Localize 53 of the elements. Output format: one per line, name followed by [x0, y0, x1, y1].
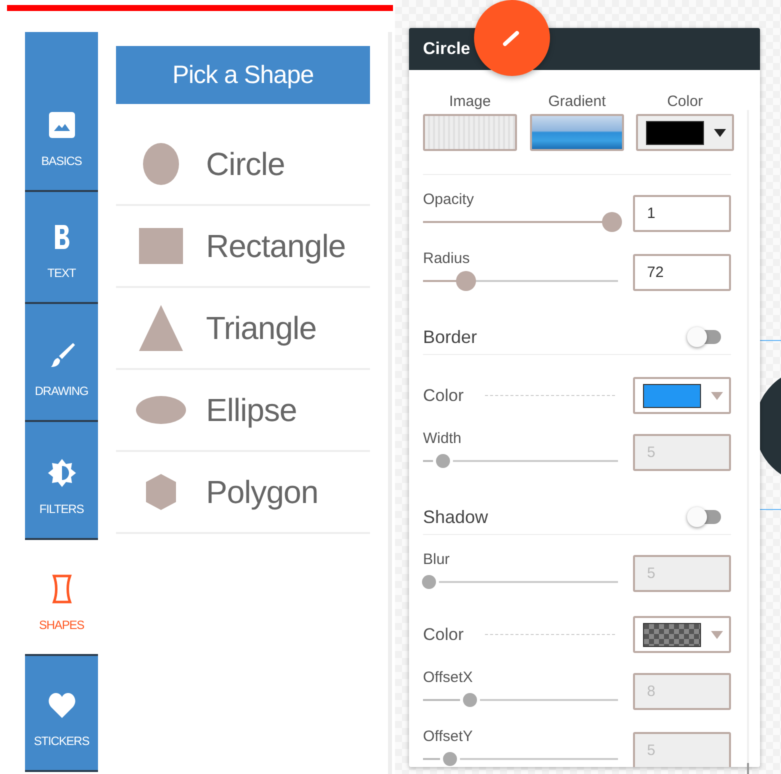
slider-label: OffsetX [423, 668, 474, 688]
sidebar-tab[interactable]: STICKERS [25, 656, 98, 772]
slider-thumb[interactable] [456, 271, 476, 291]
shape-option[interactable]: Ellipse [116, 370, 370, 452]
color-picker[interactable] [636, 114, 734, 151]
circle-icon [141, 142, 181, 186]
number-input[interactable]: 1 [633, 195, 731, 232]
number-input[interactable]: 72 [633, 254, 731, 291]
triangle-icon [139, 305, 183, 351]
color-picker[interactable] [633, 377, 731, 414]
toggle-switch[interactable] [687, 328, 721, 346]
slider-track[interactable] [423, 749, 618, 767]
color-label: Color [423, 386, 465, 406]
color-picker[interactable] [633, 616, 731, 653]
sidebar-tab[interactable]: DRAWING [25, 304, 98, 422]
section-label: Border [423, 326, 478, 348]
fill-label: Gradient [548, 93, 606, 110]
slider-track[interactable] [423, 572, 618, 592]
gradient-fill-swatch[interactable] [530, 114, 624, 151]
toggle-switch[interactable] [687, 508, 721, 526]
fill-label: Color [667, 93, 703, 110]
slider-label: Blur [423, 550, 451, 570]
rectangle-icon [139, 228, 183, 264]
sidebar-tab[interactable]: FILTERS [25, 422, 98, 540]
slider-label: OffsetY [423, 727, 474, 747]
color-label: Color [423, 624, 465, 644]
slider-label: Width [423, 429, 462, 449]
fill-label: Image [449, 93, 491, 110]
panel-title: Pick a Shape [116, 46, 370, 104]
slider-track[interactable] [423, 690, 618, 710]
slider-track[interactable] [423, 271, 618, 291]
shape-option[interactable]: Polygon [116, 452, 370, 534]
image-fill-swatch[interactable] [423, 114, 517, 151]
shape-option[interactable]: Rectangle [116, 206, 370, 288]
slider-track[interactable] [423, 451, 618, 471]
caret-icon [714, 128, 726, 136]
shape-option[interactable]: Triangle [116, 288, 370, 370]
ellipse-icon [136, 396, 186, 424]
caret-icon [711, 392, 723, 400]
brightness-icon [46, 458, 76, 488]
section-label: Shadow [423, 506, 488, 528]
caret-icon [711, 630, 723, 638]
slider-label: Radius [423, 249, 471, 269]
image-icon [46, 110, 76, 140]
shape-option[interactable]: Circle [116, 124, 370, 206]
slider-thumb[interactable] [602, 212, 622, 232]
edit-button[interactable] [474, 0, 550, 76]
sidebar-tab[interactable]: TEXT [25, 192, 98, 304]
heart-icon [46, 690, 76, 720]
hexagon-icon [146, 474, 176, 510]
slider-label: Opacity [423, 190, 475, 210]
panel-title: Circle [423, 39, 470, 59]
sidebar-tab[interactable]: BASICS [25, 32, 98, 192]
